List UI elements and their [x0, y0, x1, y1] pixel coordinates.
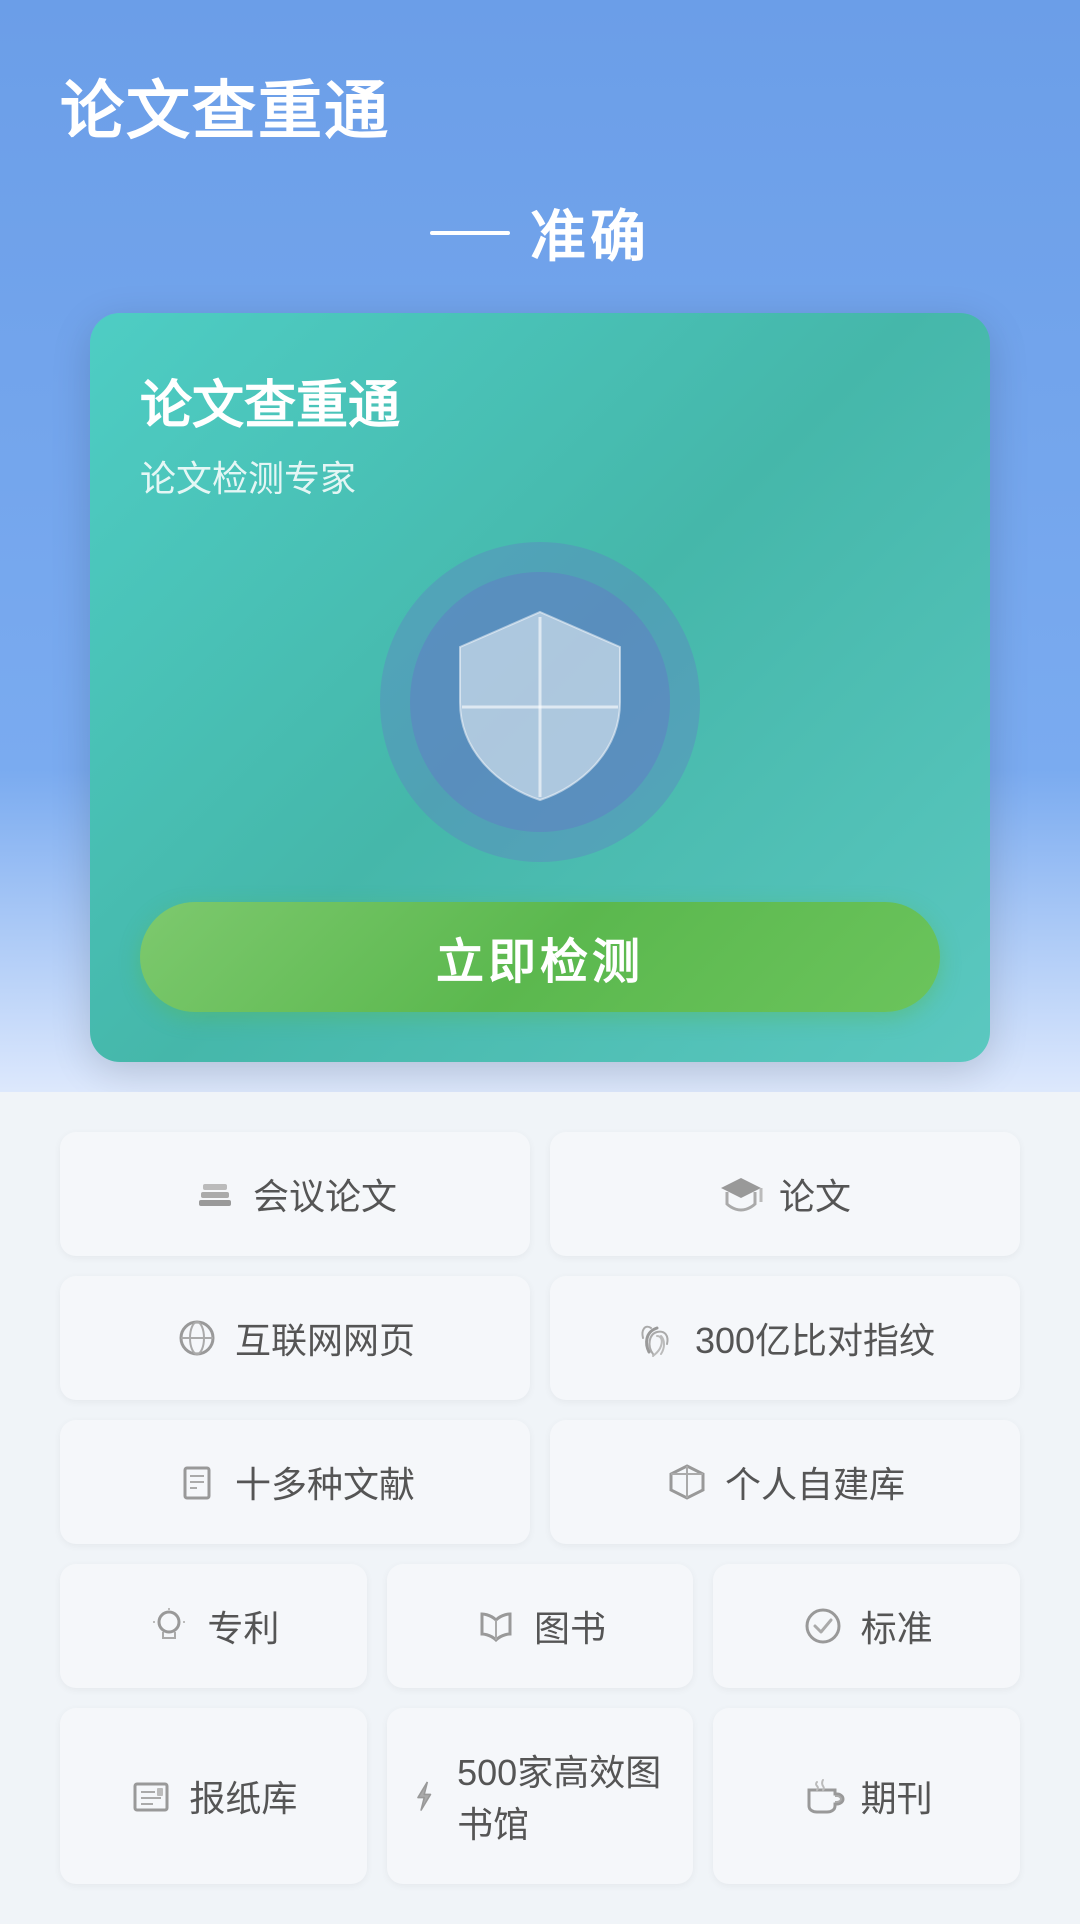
feature-internet-label: 互联网网页: [235, 1312, 415, 1364]
feature-personal-db[interactable]: 个人自建库: [550, 1420, 1020, 1544]
shield-bg-circle: [380, 542, 700, 862]
graduation-icon: [719, 1172, 763, 1216]
globe-icon: [175, 1316, 219, 1360]
book-icon: [474, 1604, 518, 1648]
card-subtitle: 论文检测专家: [140, 450, 356, 502]
feature-row-4: 专利 图书 标准: [60, 1564, 1020, 1688]
feature-books[interactable]: 图书: [387, 1564, 694, 1688]
feature-row-5: 报纸库 500家高效图书馆 期刊: [60, 1708, 1020, 1884]
shield-container: [140, 542, 940, 862]
feature-books-label: 图书: [534, 1600, 606, 1652]
feature-section: 会议论文 论文 互联网网页: [0, 1092, 1080, 1924]
check-circle-icon: [801, 1604, 845, 1648]
app-title: 论文查重通: [60, 60, 1020, 152]
feature-conference-paper-label: 会议论文: [253, 1168, 397, 1220]
feature-paper-label: 论文: [779, 1168, 851, 1220]
shield-icon: [450, 602, 630, 802]
lightbulb-icon: [147, 1604, 191, 1648]
feature-fingerprint[interactable]: 300亿比对指纹: [550, 1276, 1020, 1400]
zap-icon: [407, 1774, 441, 1818]
slogan-line: [430, 231, 510, 235]
card-title: 论文查重通: [140, 363, 400, 438]
main-card: 论文查重通 论文检测专家 立即检测: [90, 313, 990, 1062]
feature-row-1: 会议论文 论文: [60, 1132, 1020, 1256]
feature-fingerprint-label: 300亿比对指纹: [695, 1312, 935, 1364]
detect-button[interactable]: 立即检测: [140, 902, 940, 1012]
newspaper-icon: [129, 1774, 173, 1818]
feature-conference-paper[interactable]: 会议论文: [60, 1132, 530, 1256]
feature-personal-db-label: 个人自建库: [725, 1456, 905, 1508]
feature-standards-label: 标准: [861, 1600, 933, 1652]
feature-libraries[interactable]: 500家高效图书馆: [387, 1708, 694, 1884]
feature-journals[interactable]: 期刊: [713, 1708, 1020, 1884]
documents-icon: [175, 1460, 219, 1504]
slogan-text: 准确: [530, 192, 650, 273]
feature-documents-label: 十多种文献: [235, 1456, 415, 1508]
feature-patent[interactable]: 专利: [60, 1564, 367, 1688]
layers-icon: [193, 1172, 237, 1216]
feature-paper[interactable]: 论文: [550, 1132, 1020, 1256]
box-icon: [665, 1460, 709, 1504]
feature-newspaper[interactable]: 报纸库: [60, 1708, 367, 1884]
feature-standards[interactable]: 标准: [713, 1564, 1020, 1688]
shield-inner-circle: [410, 572, 670, 832]
feature-libraries-label: 500家高效图书馆: [457, 1744, 673, 1848]
feature-row-2: 互联网网页 300亿比对指纹: [60, 1276, 1020, 1400]
coffee-icon: [801, 1774, 845, 1818]
fingerprint-icon: [635, 1316, 679, 1360]
feature-documents[interactable]: 十多种文献: [60, 1420, 530, 1544]
feature-newspaper-label: 报纸库: [189, 1770, 297, 1822]
feature-journals-label: 期刊: [861, 1770, 933, 1822]
feature-row-3: 十多种文献 个人自建库: [60, 1420, 1020, 1544]
feature-internet[interactable]: 互联网网页: [60, 1276, 530, 1400]
feature-patent-label: 专利: [207, 1600, 279, 1652]
